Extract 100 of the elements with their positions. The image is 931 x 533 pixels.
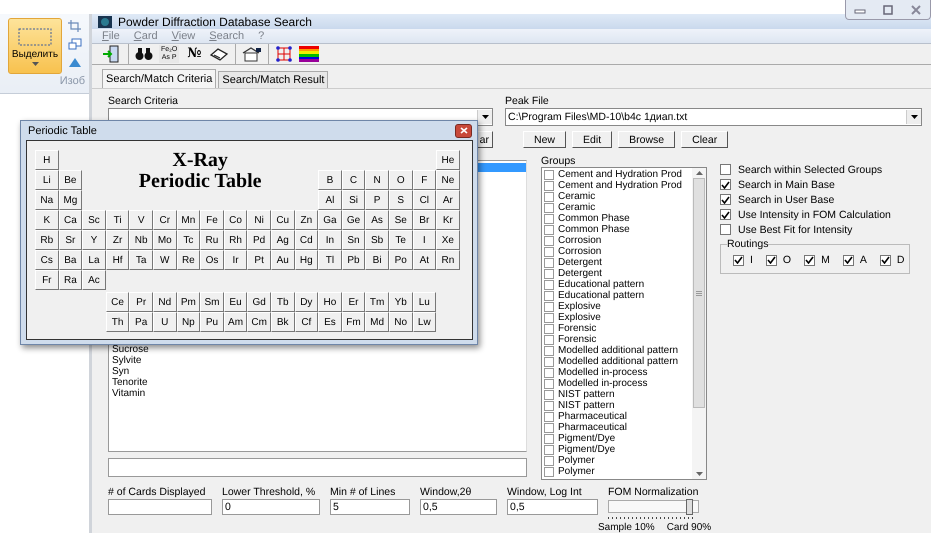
checkbox[interactable] [544, 224, 554, 234]
checkbox[interactable] [880, 254, 891, 266]
input-field[interactable]: 0 [222, 499, 320, 515]
element-button[interactable]: Rb [35, 230, 59, 250]
checkbox[interactable] [544, 422, 554, 432]
element-button[interactable]: Ho [318, 292, 342, 312]
checkbox[interactable] [544, 268, 554, 278]
element-button[interactable]: P [365, 190, 389, 210]
element-button[interactable]: H [35, 150, 59, 170]
element-button[interactable]: Pu [200, 312, 224, 332]
element-button[interactable]: Ra [58, 270, 82, 290]
input-field[interactable] [108, 458, 527, 477]
element-button[interactable]: Cl [412, 190, 436, 210]
element-button[interactable]: Fm [342, 312, 366, 332]
scroll-up-icon[interactable] [696, 171, 702, 175]
element-button[interactable]: Na [35, 190, 59, 210]
grid-icon[interactable] [275, 44, 294, 63]
input-field[interactable] [108, 499, 212, 515]
element-button[interactable]: Nb [129, 230, 153, 250]
input-field[interactable]: 5 [330, 499, 410, 515]
tab[interactable]: Search/Match Result [218, 71, 328, 88]
element-button[interactable]: Tc [176, 230, 200, 250]
element-button[interactable]: Tl [318, 250, 342, 270]
element-button[interactable]: Y [82, 230, 106, 250]
list-item[interactable]: Tenorite [112, 377, 148, 388]
element-button[interactable]: Tm [365, 292, 389, 312]
checkbox[interactable] [544, 378, 554, 388]
checkbox[interactable] [544, 214, 554, 224]
checkbox[interactable] [544, 390, 554, 400]
tab[interactable]: Search/Match Criteria [102, 69, 216, 88]
list-item[interactable]: Syn [112, 366, 130, 377]
element-button[interactable]: Zr [106, 230, 130, 250]
checkbox[interactable] [720, 209, 731, 220]
element-button[interactable]: Pb [342, 250, 366, 270]
input-field[interactable]: 0,5 [507, 499, 598, 515]
element-button[interactable]: Lw [412, 312, 436, 332]
element-button[interactable]: Mn [176, 210, 200, 230]
element-button[interactable]: S [388, 190, 412, 210]
element-button[interactable]: Zn [294, 210, 318, 230]
element-button[interactable]: Rh [224, 230, 248, 250]
binoculars-icon[interactable] [135, 46, 153, 61]
input-field[interactable]: 0,5 [420, 499, 497, 515]
element-button[interactable]: Si [342, 190, 366, 210]
element-button[interactable]: W [152, 250, 177, 270]
element-button[interactable]: Kr [436, 210, 460, 230]
dropdown-arrow-icon[interactable] [482, 115, 488, 119]
peak-file-button[interactable]: Browse [618, 131, 676, 148]
element-button[interactable]: Bk [270, 312, 295, 332]
checkbox[interactable] [544, 202, 554, 212]
element-button[interactable]: Np [176, 312, 200, 332]
checkbox[interactable] [544, 412, 554, 422]
scrollbar[interactable] [692, 168, 706, 479]
element-button[interactable]: Br [412, 210, 436, 230]
element-button[interactable]: Sn [342, 230, 366, 250]
slider-thumb[interactable] [686, 499, 694, 515]
element-button[interactable]: Se [388, 210, 412, 230]
checkbox[interactable] [544, 312, 554, 322]
element-button[interactable]: Ca [58, 210, 82, 230]
element-button[interactable]: Tb [270, 292, 295, 312]
element-button[interactable]: Cs [35, 250, 59, 270]
element-button[interactable]: Mg [58, 190, 82, 210]
color-spectrum-icon[interactable] [299, 46, 320, 62]
element-button[interactable]: Eu [224, 292, 248, 312]
checkbox[interactable] [766, 254, 777, 266]
element-button[interactable]: F [412, 170, 436, 190]
element-button[interactable]: Cr [152, 210, 177, 230]
element-button[interactable]: Ni [247, 210, 271, 230]
element-button[interactable]: O [388, 170, 412, 190]
house-icon[interactable] [242, 46, 262, 62]
checkbox[interactable] [544, 346, 554, 356]
element-button[interactable]: Sr [58, 230, 82, 250]
element-button[interactable]: Cm [247, 312, 271, 332]
element-button[interactable]: Os [200, 250, 224, 270]
element-button[interactable]: Cd [294, 230, 318, 250]
element-button[interactable]: Pa [129, 312, 153, 332]
element-button[interactable]: Es [318, 312, 342, 332]
element-button[interactable]: Mo [152, 230, 177, 250]
element-button[interactable]: Bi [365, 250, 389, 270]
element-button[interactable]: Fr [35, 270, 59, 290]
element-button[interactable]: C [342, 170, 366, 190]
checkbox[interactable] [733, 254, 744, 266]
element-button[interactable]: Rn [436, 250, 460, 270]
element-button[interactable]: La [82, 250, 106, 270]
checkbox[interactable] [804, 254, 816, 266]
element-button[interactable]: Au [270, 250, 295, 270]
checkbox[interactable] [544, 368, 554, 378]
element-button[interactable]: Ir [224, 250, 248, 270]
checkbox[interactable] [544, 170, 554, 180]
close-button[interactable] [455, 124, 472, 138]
checkbox[interactable] [544, 466, 554, 476]
checkbox[interactable] [544, 434, 554, 444]
checkbox[interactable] [544, 324, 554, 334]
checkbox[interactable] [544, 258, 554, 268]
list-item[interactable]: Sylvite [112, 355, 142, 366]
element-button[interactable]: Be [58, 170, 82, 190]
element-button[interactable]: Pm [176, 292, 200, 312]
peak-file-button[interactable]: Clear [681, 131, 728, 148]
element-button[interactable]: Ti [106, 210, 130, 230]
element-button[interactable]: Cu [270, 210, 295, 230]
element-button[interactable]: Ce [106, 292, 130, 312]
